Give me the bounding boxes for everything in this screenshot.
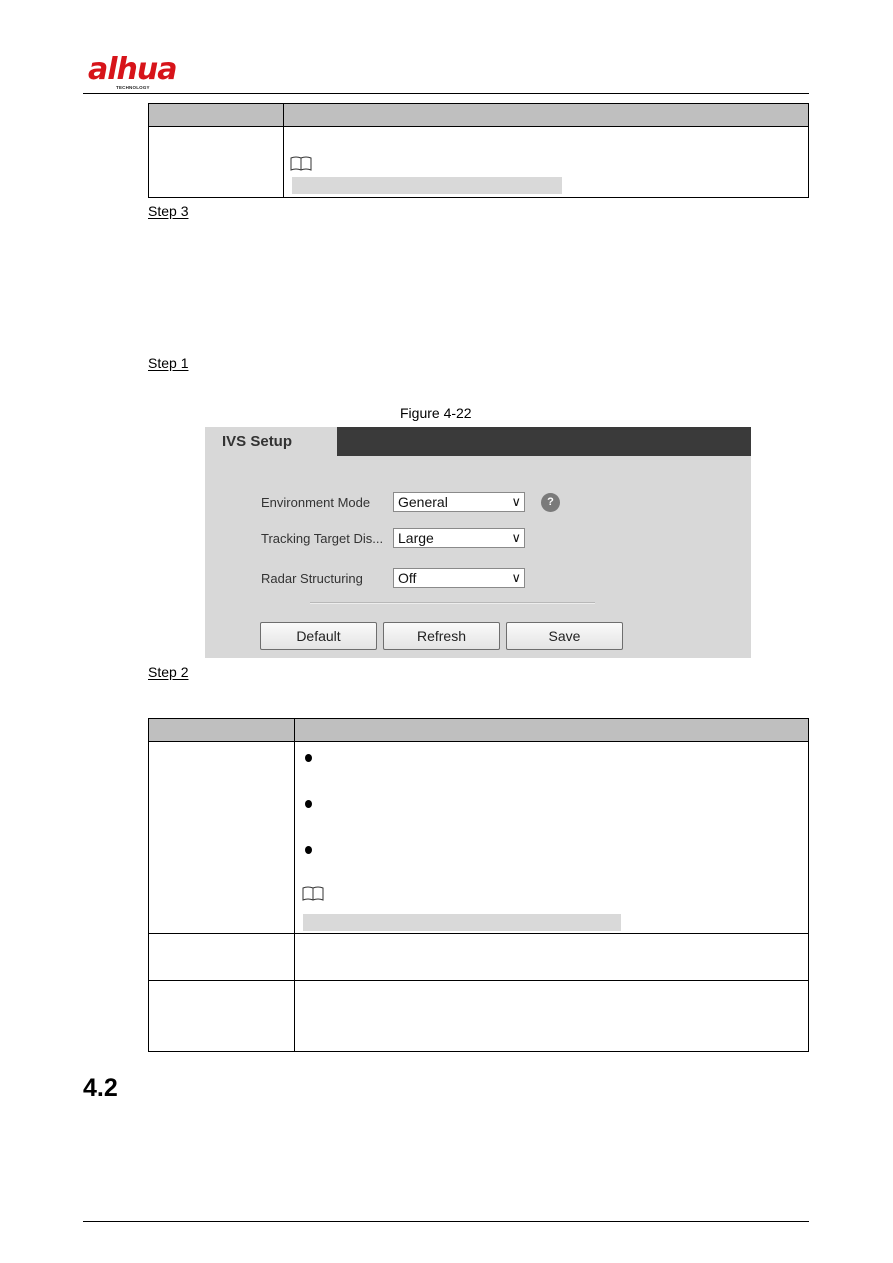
table-cell bbox=[148, 126, 284, 198]
table-cell bbox=[294, 933, 809, 981]
bullet-icon bbox=[305, 846, 312, 854]
note-text-placeholder bbox=[292, 177, 562, 194]
step-label: Step 1 bbox=[148, 355, 189, 371]
default-button[interactable]: Default bbox=[260, 622, 377, 650]
bullet-icon bbox=[305, 800, 312, 808]
logo-wordmark: alhua bbox=[88, 52, 177, 87]
table-header-cell bbox=[148, 103, 284, 127]
tracking-target-value: Large bbox=[398, 530, 434, 546]
chevron-down-icon: ∨ bbox=[511, 494, 521, 509]
radar-structuring-label: Radar Structuring bbox=[261, 571, 363, 586]
table-cell bbox=[148, 980, 295, 1052]
question-circle-icon[interactable]: ? bbox=[541, 493, 560, 512]
table-cell bbox=[148, 933, 295, 981]
table-cell bbox=[294, 741, 809, 934]
ivs-setup-panel: IVS Setup Environment Mode General ∨ ? T… bbox=[205, 427, 751, 658]
environment-mode-select[interactable]: General ∨ bbox=[393, 492, 525, 512]
footer-divider bbox=[83, 1221, 809, 1222]
tab-ivs-setup[interactable]: IVS Setup bbox=[205, 427, 337, 456]
step-label: Step 2 bbox=[148, 664, 189, 680]
logo-tagline: TECHNOLOGY bbox=[116, 85, 150, 90]
chevron-down-icon: ∨ bbox=[511, 530, 521, 545]
header-divider bbox=[83, 93, 809, 94]
table-header-row bbox=[148, 718, 809, 742]
figure-caption: Figure 4-22 bbox=[400, 405, 472, 421]
save-button[interactable]: Save bbox=[506, 622, 623, 650]
bullet-icon bbox=[305, 754, 312, 762]
table-row bbox=[148, 933, 809, 981]
table-row bbox=[148, 741, 809, 934]
chevron-down-icon: ∨ bbox=[511, 570, 521, 585]
panel-separator bbox=[310, 602, 595, 604]
tracking-target-select[interactable]: Large ∨ bbox=[393, 528, 525, 548]
table-header-cell bbox=[148, 718, 295, 742]
radar-structuring-value: Off bbox=[398, 570, 417, 586]
table-header-row bbox=[148, 103, 809, 127]
parameter-table-bottom bbox=[148, 718, 809, 1052]
environment-mode-value: General bbox=[398, 494, 448, 510]
environment-mode-label: Environment Mode bbox=[261, 495, 371, 510]
radar-structuring-select[interactable]: Off ∨ bbox=[393, 568, 525, 588]
table-header-cell bbox=[283, 103, 809, 127]
table-header-cell bbox=[294, 718, 809, 742]
table-cell bbox=[148, 741, 295, 934]
step-label: Step 3 bbox=[148, 203, 189, 219]
book-note-icon bbox=[302, 886, 324, 901]
table-row bbox=[148, 980, 809, 1052]
section-number: 4.2 bbox=[83, 1074, 118, 1102]
refresh-button[interactable]: Refresh bbox=[383, 622, 500, 650]
book-note-icon bbox=[290, 156, 312, 171]
note-text-placeholder bbox=[303, 914, 621, 931]
dahua-logo: alhua TECHNOLOGY bbox=[88, 52, 198, 92]
table-cell bbox=[294, 980, 809, 1052]
tracking-target-label: Tracking Target Dis... bbox=[261, 531, 384, 546]
